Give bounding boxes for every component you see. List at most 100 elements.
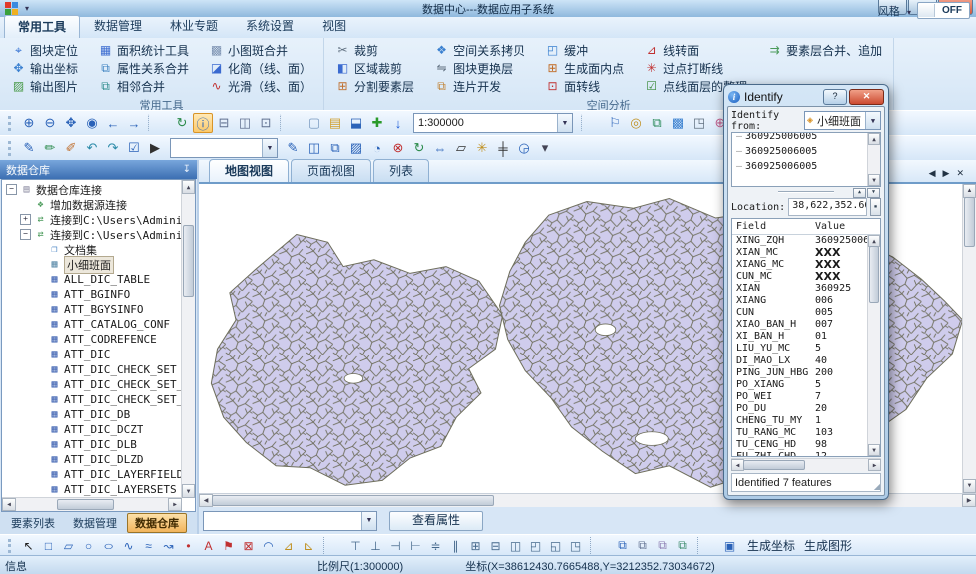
tab-scroll-right-icon[interactable]: ▶ (943, 168, 950, 179)
ribbon-button[interactable]: ⇋ 图块更换层 (431, 59, 528, 77)
scale-dropdown-caret-icon[interactable]: ▼ (557, 114, 572, 132)
undo-icon[interactable]: ↶ (82, 138, 102, 158)
scroll-right-icon[interactable]: ▶ (868, 459, 881, 471)
tree-item[interactable]: ▦ ATT_DIC (4, 347, 181, 362)
bring-forward-icon[interactable]: ◳ (567, 537, 584, 554)
tab-scroll-left-icon[interactable]: ◀ (929, 168, 936, 179)
paste-features-icon[interactable]: ▩ (668, 113, 688, 133)
view-attributes-button[interactable]: 查看属性 (389, 511, 483, 531)
ribbon-tab[interactable]: 系统设置 (232, 14, 308, 38)
splitter-collapse-icon[interactable]: ▼ (867, 188, 880, 198)
dropdown-caret-icon[interactable]: ▾ (535, 138, 555, 158)
angle-measure-tool-icon[interactable]: ⊿ (300, 537, 317, 554)
ribbon-tab[interactable]: 林业专题 (156, 14, 232, 38)
ribbon-button[interactable]: ✥ 输出坐标 (8, 59, 81, 77)
tree-item[interactable]: ▦ ATT_DIC_DLZD (4, 452, 181, 467)
zoom-in-icon[interactable]: ⊕ (19, 113, 39, 133)
tree-item[interactable]: − ⇄ 连接到C:\Users\Administrator\ (4, 227, 181, 242)
pan-icon[interactable]: ✥ (61, 113, 81, 133)
draw-tool-button[interactable] (697, 537, 715, 554)
ribbon-button[interactable]: ⌖ 图块定位 (8, 41, 81, 59)
tree-item[interactable]: ▦ ATT_DIC_DLB (4, 437, 181, 452)
select-pointer-icon[interactable]: ▶ (145, 138, 165, 158)
sidebar-tab[interactable]: 要素列表 (3, 513, 63, 533)
zoom-to-selection-icon[interactable]: ◎ (626, 113, 646, 133)
tree-item[interactable]: ▦ 小细班面 (4, 257, 181, 272)
align-right-icon[interactable]: ⊢ (407, 537, 424, 554)
table-row[interactable]: CHENG_TU_MY 1 (732, 415, 868, 427)
identify-icon[interactable]: ⓘ (193, 113, 213, 133)
table-row[interactable]: PO_XIANG 5 (732, 379, 868, 391)
ribbon-button[interactable]: ⊿ 线转面 (641, 41, 750, 59)
ribbon-button[interactable]: ⧉ 属性关系合并 (95, 59, 192, 77)
ribbon-button[interactable]: ⊡ 面转线 (542, 77, 627, 95)
tab-close-icon[interactable]: ✕ (956, 168, 964, 179)
tree-item[interactable]: + ⇄ 连接到C:\Users\Administrator\I (4, 212, 181, 227)
scroll-down-icon[interactable]: ▼ (182, 484, 195, 498)
table-row[interactable]: LIU_YU_MC 5 (732, 343, 868, 355)
flag-delete-tool-icon[interactable]: ⚑ (220, 537, 237, 554)
text-tool-icon[interactable]: A (200, 537, 217, 554)
tree-expander-icon[interactable]: − (20, 229, 31, 240)
tree-item[interactable]: ▦ ATT_BGYSINFO (4, 302, 181, 317)
attribute-combobox[interactable]: ▼ (203, 511, 377, 531)
identify-layer-combobox[interactable]: ◈ 小细班面 ▼ (804, 111, 881, 130)
scrollbar-thumb[interactable] (183, 225, 194, 297)
tree-vertical-scrollbar[interactable]: ▲ ▼ (181, 180, 195, 498)
copy-features-icon[interactable]: ⧉ (647, 113, 667, 133)
view-tab[interactable]: 页面视图 (291, 159, 371, 182)
table-row[interactable]: XING_ZQH 360925006005 (732, 235, 868, 247)
overview-window-icon[interactable]: ◫ (235, 113, 255, 133)
stop-edit-icon[interactable]: ✐ (61, 138, 81, 158)
feature-list-item[interactable]: – 360925006005 (736, 132, 867, 144)
feature-list-item[interactable]: – 360925006005 (736, 159, 867, 174)
scroll-up-icon[interactable]: ▲ (868, 133, 880, 145)
feature-list-item[interactable]: – 360925006005 (736, 144, 867, 159)
tree-item[interactable]: ▦ ATT_DIC_CHECK_SET_LIMIT (4, 377, 181, 392)
image-tool-icon[interactable]: ▨ (346, 138, 366, 158)
reload-icon[interactable]: ↻ (409, 138, 429, 158)
table-row[interactable]: XIAO_BAN_H 007 (732, 319, 868, 331)
ribbon-button[interactable]: ▦ 面积统计工具 (95, 41, 192, 59)
scrollbar-thumb[interactable] (743, 460, 805, 470)
sketch-tool-icon[interactable]: ✎ (283, 138, 303, 158)
attribute-combobox-caret-icon[interactable]: ▼ (361, 512, 376, 530)
table-row[interactable]: XIAN 360925 (732, 283, 868, 295)
scale-combobox[interactable]: 1:300000 ▼ (413, 113, 573, 133)
splitter-expand-icon[interactable]: ▲ (853, 188, 866, 198)
scroll-left-icon[interactable]: ◀ (199, 494, 213, 507)
table-row[interactable]: DI_MAO_LX 40 (732, 355, 868, 367)
next-view-icon[interactable]: → (124, 113, 144, 133)
align-bottom-icon[interactable]: ⊥ (367, 537, 384, 554)
intersect-layers-icon[interactable]: ⧉ (634, 537, 651, 554)
polyline-tool-icon[interactable]: ∿ (120, 537, 137, 554)
tree-item[interactable]: ▦ ATT_DIC_CHECK_SET_RULE (4, 392, 181, 407)
more-tools-dropdown-icon[interactable]: ◶ (514, 138, 534, 158)
ribbon-button[interactable]: ◪ 化简（线、面） (206, 59, 315, 77)
scroll-down-icon[interactable]: ▼ (868, 444, 880, 456)
draw-tool-button[interactable] (590, 537, 608, 554)
same-size-icon[interactable]: ◫ (507, 537, 524, 554)
link-tool-icon[interactable]: ⇔ (430, 138, 450, 158)
scroll-down-icon[interactable]: ▼ (963, 479, 976, 493)
table-row[interactable]: CUN 005 (732, 307, 868, 319)
delete-feature-icon[interactable]: ⊗ (388, 138, 408, 158)
ribbon-button[interactable]: ❖ 空间关系拷贝 (431, 41, 528, 59)
scrollbar-thumb[interactable] (869, 246, 879, 303)
dialog-help-button[interactable]: ? (823, 89, 847, 105)
table-row[interactable]: XIANG_MC XXX (732, 259, 868, 271)
edit-layer-combobox[interactable]: ▼ (170, 138, 278, 158)
tree-item[interactable]: ▦ ATT_BGINFO (4, 287, 181, 302)
table-row[interactable]: PING_JUN_HBG 200 (732, 367, 868, 379)
tree-item[interactable]: ▦ ATT_DIC_DB (4, 407, 181, 422)
table-row[interactable]: PO_WEI 7 (732, 391, 868, 403)
ribbon-button[interactable]: ⧉ 连片开发 (431, 77, 528, 95)
sidebar-tab[interactable]: 数据管理 (65, 513, 125, 533)
location-units-button[interactable]: ▪ (870, 198, 881, 216)
point-tool-icon[interactable]: • (180, 537, 197, 554)
tree-expander-icon[interactable]: + (20, 214, 31, 225)
scrollbar-thumb[interactable] (57, 499, 114, 510)
scroll-up-icon[interactable]: ▲ (963, 184, 976, 198)
pin-icon[interactable]: ↧ (183, 164, 191, 175)
ribbon-button[interactable]: ⇉ 要素层合并、追加 (764, 41, 885, 59)
